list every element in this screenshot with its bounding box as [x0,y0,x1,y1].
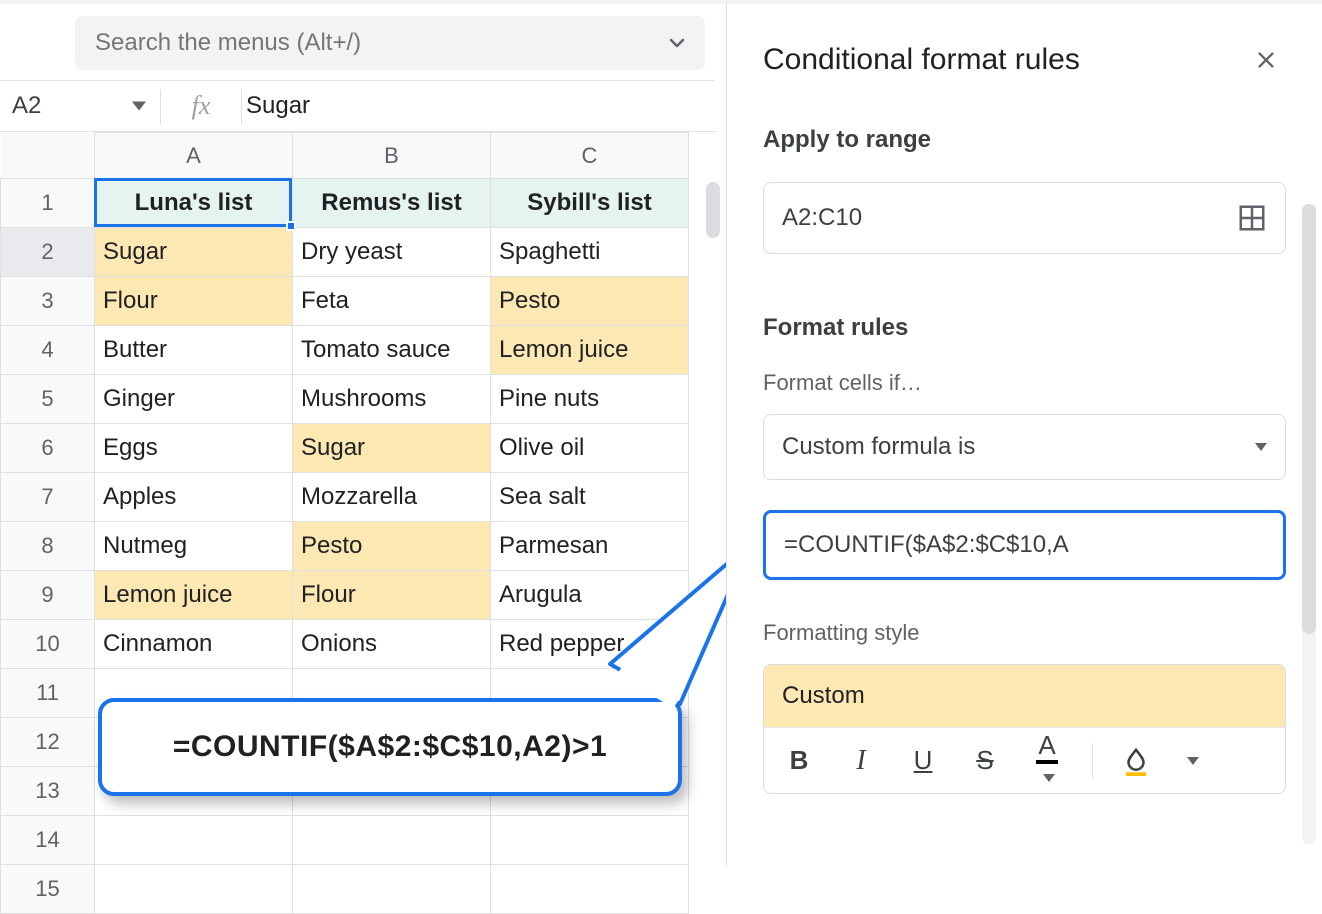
cell[interactable]: Cinnamon [95,620,293,669]
formula-bar-input[interactable]: Sugar [242,92,310,120]
panel-title: Conditional format rules [763,43,1080,77]
cell[interactable]: Eggs [95,424,293,473]
cell[interactable] [293,865,491,914]
row-header-7[interactable]: 7 [1,473,95,522]
row-header-15[interactable]: 15 [1,865,95,914]
spreadsheet-grid[interactable]: ABC 1Luna's listRemus's listSybill's list… [0,132,715,866]
cell[interactable]: Pesto [491,277,689,326]
menu-search-input[interactable] [75,29,649,57]
panel-scrollbar-thumb[interactable] [1302,204,1316,634]
column-header-B[interactable]: B [293,133,491,179]
row-header-6[interactable]: 6 [1,424,95,473]
formatting-style-box: Custom B I U S A [763,664,1286,794]
cell[interactable]: Feta [293,277,491,326]
cell[interactable]: Flour [95,277,293,326]
row-header-12[interactable]: 12 [1,718,95,767]
row-header-10[interactable]: 10 [1,620,95,669]
header-cell[interactable]: Luna's list [95,179,293,228]
select-range-icon[interactable] [1237,203,1267,233]
chevron-down-icon [1043,774,1055,782]
column-header-C[interactable]: C [491,133,689,179]
italic-button[interactable]: I [844,745,878,777]
formatting-style-name: Custom [782,682,865,710]
row-header-8[interactable]: 8 [1,522,95,571]
cell[interactable]: Sugar [95,228,293,277]
conditional-format-panel: Conditional format rules Apply to range … [726,4,1322,866]
cell[interactable]: Dry yeast [293,228,491,277]
header-cell[interactable]: Sybill's list [491,179,689,228]
name-box[interactable]: A2 [0,81,160,131]
strikethrough-button[interactable]: S [968,745,1002,776]
cell[interactable]: Sugar [293,424,491,473]
underline-button[interactable]: U [906,745,940,776]
column-header-A[interactable]: A [95,133,293,179]
select-all-cell[interactable] [1,133,95,179]
cell[interactable]: Lemon juice [95,571,293,620]
formatting-style-preview[interactable]: Custom [764,665,1285,727]
fill-color-button[interactable] [1121,746,1155,776]
formula-callout-text: =COUNTIF($A$2:$C$10,A2)>1 [173,730,607,764]
cell[interactable]: Pesto [293,522,491,571]
cell[interactable]: Olive oil [491,424,689,473]
row-header-1[interactable]: 1 [1,179,95,228]
format-cells-if-label: Format cells if… [763,370,1286,396]
menu-search-dropdown-icon[interactable] [649,31,705,55]
cell[interactable]: Flour [293,571,491,620]
chevron-down-icon [1187,757,1199,765]
row-header-4[interactable]: 4 [1,326,95,375]
bold-button[interactable]: B [782,745,816,776]
cell[interactable]: Ginger [95,375,293,424]
row-header-5[interactable]: 5 [1,375,95,424]
cell[interactable] [95,865,293,914]
condition-select-value: Custom formula is [782,433,975,461]
custom-formula-value: =COUNTIF($A$2:$C$10,A [784,531,1069,559]
cell[interactable] [491,865,689,914]
formatting-toolbar: B I U S A [764,727,1285,793]
apply-to-range-field[interactable]: A2:C10 [763,182,1286,254]
cell[interactable]: Onions [293,620,491,669]
chevron-down-icon [1255,443,1267,451]
apply-to-range-value: A2:C10 [782,204,862,232]
cell[interactable]: Pine nuts [491,375,689,424]
row-header-2[interactable]: 2 [1,228,95,277]
row-header-9[interactable]: 9 [1,571,95,620]
sheet-scrollbar-thumb[interactable] [706,182,720,238]
cell[interactable] [491,816,689,865]
header-cell[interactable]: Remus's list [293,179,491,228]
name-box-dropdown-icon[interactable] [132,102,146,111]
cell[interactable]: Spaghetti [491,228,689,277]
cell[interactable]: Lemon juice [491,326,689,375]
cell[interactable]: Sea salt [491,473,689,522]
text-color-letter: A [1036,730,1057,764]
cell[interactable] [293,816,491,865]
cell[interactable]: Tomato sauce [293,326,491,375]
row-header-11[interactable]: 11 [1,669,95,718]
panel-close-button[interactable] [1246,40,1286,80]
cell[interactable]: Butter [95,326,293,375]
divider [1092,743,1093,779]
cell[interactable]: Nutmeg [95,522,293,571]
text-color-button[interactable]: A [1030,730,1064,792]
cell[interactable]: Apples [95,473,293,522]
fx-icon: fx [161,91,241,121]
apply-to-range-label: Apply to range [763,126,1286,154]
menu-search[interactable] [75,16,705,70]
formula-bar-row: A2 fx Sugar [0,80,715,132]
cell[interactable]: Mozzarella [293,473,491,522]
format-rules-label: Format rules [763,314,1286,342]
row-header-14[interactable]: 14 [1,816,95,865]
row-header-13[interactable]: 13 [1,767,95,816]
cell[interactable] [95,816,293,865]
name-box-value: A2 [12,92,41,120]
cell[interactable]: Mushrooms [293,375,491,424]
formatting-style-label: Formatting style [763,620,1286,646]
row-header-3[interactable]: 3 [1,277,95,326]
condition-select[interactable]: Custom formula is [763,414,1286,480]
custom-formula-input[interactable]: =COUNTIF($A$2:$C$10,A [763,510,1286,580]
